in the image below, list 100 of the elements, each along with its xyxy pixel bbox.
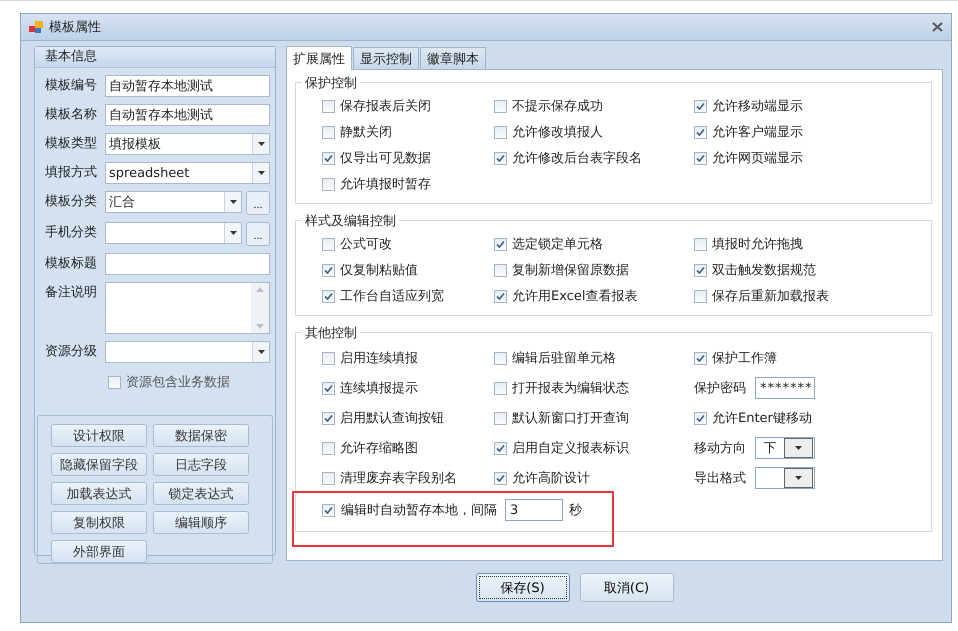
- settings-button[interactable]: 复制权限: [51, 511, 147, 534]
- checkbox[interactable]: [322, 238, 335, 250]
- checkbox[interactable]: [322, 152, 335, 164]
- checkbox[interactable]: [694, 126, 707, 138]
- checkbox[interactable]: [494, 382, 507, 394]
- dropdown-arrow-icon: [258, 350, 264, 354]
- interval-field[interactable]: 3: [505, 499, 563, 521]
- checkbox[interactable]: [322, 382, 335, 394]
- dropdown-arrow-icon: [258, 142, 264, 146]
- dropdown-field[interactable]: spreadsheet: [105, 162, 270, 184]
- checkbox-label: 复制新增保留原数据: [512, 262, 629, 279]
- checkbox[interactable]: [494, 290, 507, 302]
- checkbox-label: 资源包含业务数据: [126, 374, 230, 391]
- browse-button[interactable]: ...: [246, 222, 270, 246]
- field-label: 手机分类: [45, 224, 98, 242]
- text-field[interactable]: [105, 253, 270, 275]
- field-label: 模板名称: [45, 106, 98, 124]
- checkbox-label: 保护工作簿: [712, 350, 777, 367]
- window-title: 模板属性: [49, 19, 102, 36]
- dropdown-arrow-icon: [230, 231, 236, 235]
- settings-button[interactable]: 加载表达式: [51, 482, 147, 505]
- dropdown-field[interactable]: 填报模板: [105, 133, 270, 155]
- dropdown-field[interactable]: 汇合: [105, 191, 242, 213]
- settings-button[interactable]: 锁定表达式: [153, 482, 249, 505]
- checkbox-label: 允许用Excel查看报表: [512, 288, 638, 305]
- checkbox[interactable]: [322, 504, 335, 516]
- checkbox[interactable]: [694, 238, 707, 250]
- dropdown-field[interactable]: [755, 467, 815, 489]
- checkbox[interactable]: [494, 126, 507, 138]
- checkbox[interactable]: [494, 442, 507, 454]
- field-label: 模板标题: [45, 255, 98, 273]
- checkbox[interactable]: [322, 352, 335, 364]
- checkbox-label: 双击触发数据规范: [712, 262, 816, 279]
- checkbox[interactable]: [322, 264, 335, 276]
- password-field[interactable]: *******: [755, 377, 815, 399]
- settings-button[interactable]: 日志字段: [153, 453, 249, 476]
- settings-button[interactable]: 数据保密: [153, 424, 249, 447]
- text-field[interactable]: 自动暂存本地测试: [105, 75, 270, 97]
- notes-field[interactable]: [105, 282, 270, 334]
- app-icon: [29, 20, 43, 34]
- field-label: 模板类型: [45, 135, 98, 153]
- checkbox-label: 保存后重新加载报表: [712, 288, 829, 305]
- checkbox[interactable]: [494, 412, 507, 424]
- checkbox-label: 静默关闭: [340, 124, 392, 141]
- checkbox[interactable]: [322, 126, 335, 138]
- settings-button[interactable]: 隐藏保留字段: [51, 453, 147, 476]
- field-label: 模板编号: [45, 77, 98, 95]
- settings-button[interactable]: 外部界面: [51, 540, 147, 563]
- group-title: 保护控制: [302, 74, 360, 92]
- checkbox[interactable]: [494, 264, 507, 276]
- checkbox-label: 工作台自适应列宽: [340, 288, 444, 305]
- text-field[interactable]: 自动暂存本地测试: [105, 104, 270, 126]
- dropdown-field[interactable]: 下: [755, 437, 815, 459]
- field-label: 保护密码: [694, 380, 746, 397]
- dropdown-field[interactable]: [105, 341, 270, 363]
- checkbox[interactable]: [694, 352, 707, 364]
- checkbox-label: 允许网页端显示: [712, 150, 803, 167]
- checkbox-label: 清理废弃表字段别名: [340, 470, 457, 487]
- dropdown-arrow-icon: [794, 446, 802, 450]
- tab[interactable]: 显示控制: [353, 47, 419, 69]
- checkbox[interactable]: [322, 412, 335, 424]
- checkbox[interactable]: [108, 376, 121, 388]
- checkbox[interactable]: [694, 264, 707, 276]
- checkbox-label: 连续填报提示: [340, 380, 418, 397]
- field-label: 移动方向: [694, 440, 746, 457]
- dropdown-arrow-icon: [258, 171, 264, 175]
- tab[interactable]: 徽章脚本: [420, 47, 486, 69]
- checkbox[interactable]: [322, 178, 335, 190]
- dropdown-field[interactable]: [105, 222, 242, 244]
- close-icon[interactable]: [932, 22, 943, 32]
- checkbox-label: 选定锁定单元格: [512, 236, 603, 253]
- checkbox[interactable]: [694, 290, 707, 302]
- checkbox[interactable]: [694, 152, 707, 164]
- checkbox-label: 编辑后驻留单元格: [512, 350, 616, 367]
- checkbox[interactable]: [494, 352, 507, 364]
- checkbox[interactable]: [494, 100, 507, 112]
- checkbox-label: 打开报表为编辑状态: [512, 380, 629, 397]
- settings-button[interactable]: 设计权限: [51, 424, 147, 447]
- checkbox[interactable]: [322, 472, 335, 484]
- checkbox-label: 允许移动端显示: [712, 98, 803, 115]
- checkbox[interactable]: [322, 442, 335, 454]
- checkbox[interactable]: [322, 290, 335, 302]
- dialog-button[interactable]: 保存(S): [476, 573, 570, 602]
- field-label: 资源分级: [45, 343, 98, 361]
- checkbox[interactable]: [494, 238, 507, 250]
- browse-button[interactable]: ...: [246, 191, 270, 215]
- checkbox[interactable]: [322, 100, 335, 112]
- checkbox-label: 编辑时自动暂存本地，间隔: [341, 502, 497, 519]
- group-title: 其他控制: [302, 324, 360, 342]
- settings-button[interactable]: 编辑顺序: [153, 511, 249, 534]
- checkbox[interactable]: [494, 472, 507, 484]
- checkbox-label: 允许高阶设计: [512, 470, 590, 487]
- checkbox[interactable]: [494, 152, 507, 164]
- scroll-up-icon[interactable]: [256, 287, 264, 292]
- checkbox[interactable]: [694, 412, 707, 424]
- dialog-button[interactable]: 取消(C): [580, 573, 674, 602]
- tab[interactable]: 扩展属性: [286, 46, 352, 70]
- checkbox-label: 默认新窗口打开查询: [512, 410, 629, 427]
- checkbox[interactable]: [694, 100, 707, 112]
- scroll-down-icon[interactable]: [256, 324, 264, 329]
